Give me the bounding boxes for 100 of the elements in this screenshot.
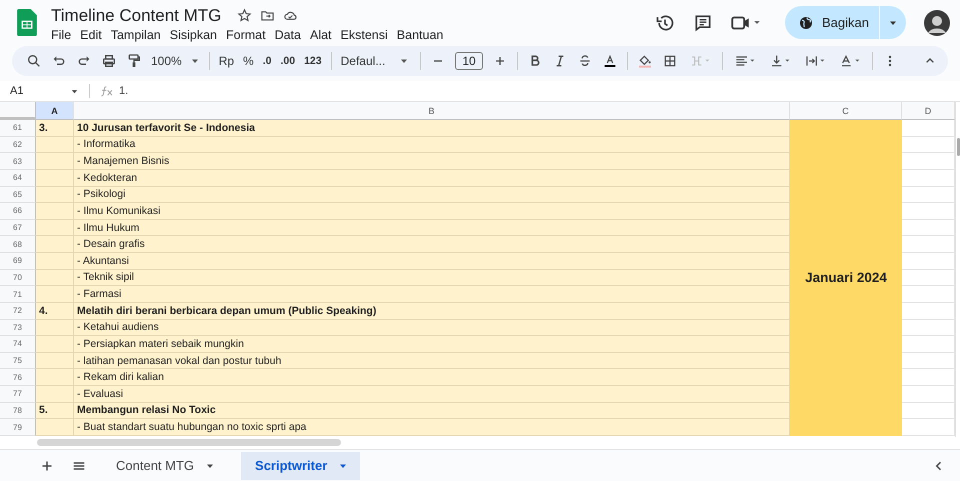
scrollbar-thumb[interactable]	[957, 138, 960, 156]
percent-button[interactable]: %	[243, 54, 254, 68]
borders-icon[interactable]	[662, 53, 678, 69]
avatar[interactable]	[924, 10, 950, 36]
column-header[interactable]: D	[902, 102, 955, 120]
table-cell	[36, 203, 74, 220]
font-dropdown[interactable]: Defaul...	[340, 54, 410, 68]
row-header[interactable]: 63	[0, 153, 36, 170]
table-cell	[36, 236, 74, 253]
row-header[interactable]: 78	[0, 402, 36, 420]
row-header[interactable]: 69	[0, 253, 36, 270]
table-cell	[36, 220, 74, 236]
row-header[interactable]: 71	[0, 286, 36, 303]
table-cell	[36, 419, 74, 436]
column-header[interactable]: C	[790, 102, 902, 120]
decrease-decimal-button[interactable]: .0	[262, 55, 272, 67]
folder-icon[interactable]	[260, 8, 276, 23]
paint-format-icon[interactable]	[126, 53, 142, 69]
row-header[interactable]: 68	[0, 236, 36, 253]
table-cell	[36, 136, 74, 154]
merged-cell: Januari 2024	[790, 120, 902, 436]
table-cell: - Persiapkan materi sebaik mungkin	[74, 336, 790, 353]
sheet-tab[interactable]: Content MTG	[102, 452, 228, 480]
star-icon[interactable]	[237, 8, 252, 23]
table-cell: 4.	[36, 302, 74, 320]
row-header[interactable]: 61	[0, 120, 36, 137]
table-cell	[36, 170, 74, 186]
table-cell: - Manajemen Bisnis	[74, 153, 790, 170]
text-color-icon[interactable]	[602, 53, 618, 69]
sheets-logo-icon[interactable]	[17, 9, 37, 36]
number-format-button[interactable]: 123	[304, 55, 322, 67]
table-cell	[36, 320, 74, 336]
table-cell: - Farmasi	[74, 286, 790, 303]
document-title[interactable]: Timeline Content MTG	[51, 6, 222, 26]
row-header[interactable]: 72	[0, 302, 36, 320]
table-cell	[36, 386, 74, 403]
function-icon	[100, 85, 114, 97]
sheet-tab[interactable]: Scriptwriter	[241, 452, 360, 480]
table-cell: 3.	[36, 120, 74, 137]
table-cell: Membangun relasi No Toxic	[74, 402, 790, 420]
table-cell	[36, 336, 74, 353]
table-cell	[36, 369, 74, 386]
menu-item[interactable]: Edit	[80, 28, 102, 42]
menu-item[interactable]: Sisipkan	[170, 28, 217, 42]
table-cell: 10 Jurusan terfavorit Se - Indonesia	[74, 120, 790, 137]
table-cell: - Informatika	[74, 136, 790, 154]
table-cell: - Ilmu Hukum	[74, 220, 790, 236]
table-cell: - Kedokteran	[74, 170, 790, 186]
menu-item[interactable]: Alat	[310, 28, 332, 42]
search-icon[interactable]	[26, 53, 42, 69]
column-header[interactable]: A	[36, 102, 74, 120]
row-header[interactable]: 79	[0, 419, 36, 436]
row-header[interactable]: 64	[0, 170, 36, 186]
row-header[interactable]: 73	[0, 320, 36, 336]
row-header[interactable]: 70	[0, 270, 36, 286]
formula-field[interactable]: 1.	[119, 85, 128, 97]
table-cell: - Evaluasi	[74, 386, 790, 403]
font-size-field[interactable]: 10	[455, 52, 483, 70]
menu-item[interactable]: Format	[226, 28, 266, 42]
table-cell: - Rekam diri kalian	[74, 369, 790, 386]
table-cell: - Akuntansi	[74, 253, 790, 270]
row-header[interactable]: 67	[0, 220, 36, 236]
row-header[interactable]: 65	[0, 186, 36, 204]
row-header[interactable]: 77	[0, 386, 36, 403]
column-header[interactable]: B	[74, 102, 790, 120]
row-header[interactable]: 66	[0, 203, 36, 220]
row-header[interactable]: 75	[0, 352, 36, 370]
table-cell: - Ketahui audiens	[74, 320, 790, 336]
table-cell: - latihan pemanasan vokal dan postur tubuh	[74, 352, 790, 370]
cell-reference[interactable]: A1	[10, 85, 70, 97]
increase-decimal-button[interactable]: .00	[280, 55, 296, 67]
table-cell	[36, 253, 74, 270]
menu-item[interactable]: Data	[274, 28, 301, 42]
row-header[interactable]: 76	[0, 369, 36, 386]
row-header[interactable]: 74	[0, 336, 36, 353]
row-header[interactable]: 62	[0, 136, 36, 154]
history-icon[interactable]	[655, 12, 676, 32]
zoom-dropdown[interactable]: 100%	[151, 54, 200, 68]
table-cell	[36, 186, 74, 204]
menu-item[interactable]: File	[51, 28, 72, 42]
menu-item[interactable]: Tampilan	[110, 28, 161, 42]
fill-color-icon[interactable]	[636, 53, 653, 69]
table-cell	[36, 352, 74, 370]
menu-item[interactable]: Bantuan	[396, 28, 444, 42]
table-cell: - Desain grafis	[74, 236, 790, 253]
currency-button[interactable]: Rp	[218, 54, 234, 68]
table-cell	[36, 153, 74, 170]
globe-icon	[798, 14, 814, 30]
table-cell: - Buat standart suatu hubungan no toxic sprti apa	[74, 419, 790, 436]
table-cell: - Teknik sipil	[74, 270, 790, 286]
comment-icon[interactable]	[693, 12, 714, 32]
scrollbar-thumb[interactable]	[37, 439, 341, 446]
table-cell: 5.	[36, 402, 74, 420]
table-cell: - Ilmu Komunikasi	[74, 203, 790, 220]
table-cell	[36, 270, 74, 286]
table-cell: - Psikologi	[74, 186, 790, 204]
menu-item[interactable]: Ekstensi	[340, 28, 388, 42]
table-cell: Melatih diri berani berbicara depan umum (Public Speaking)	[74, 302, 790, 320]
table-cell	[36, 286, 74, 303]
print-icon[interactable]	[101, 53, 117, 69]
